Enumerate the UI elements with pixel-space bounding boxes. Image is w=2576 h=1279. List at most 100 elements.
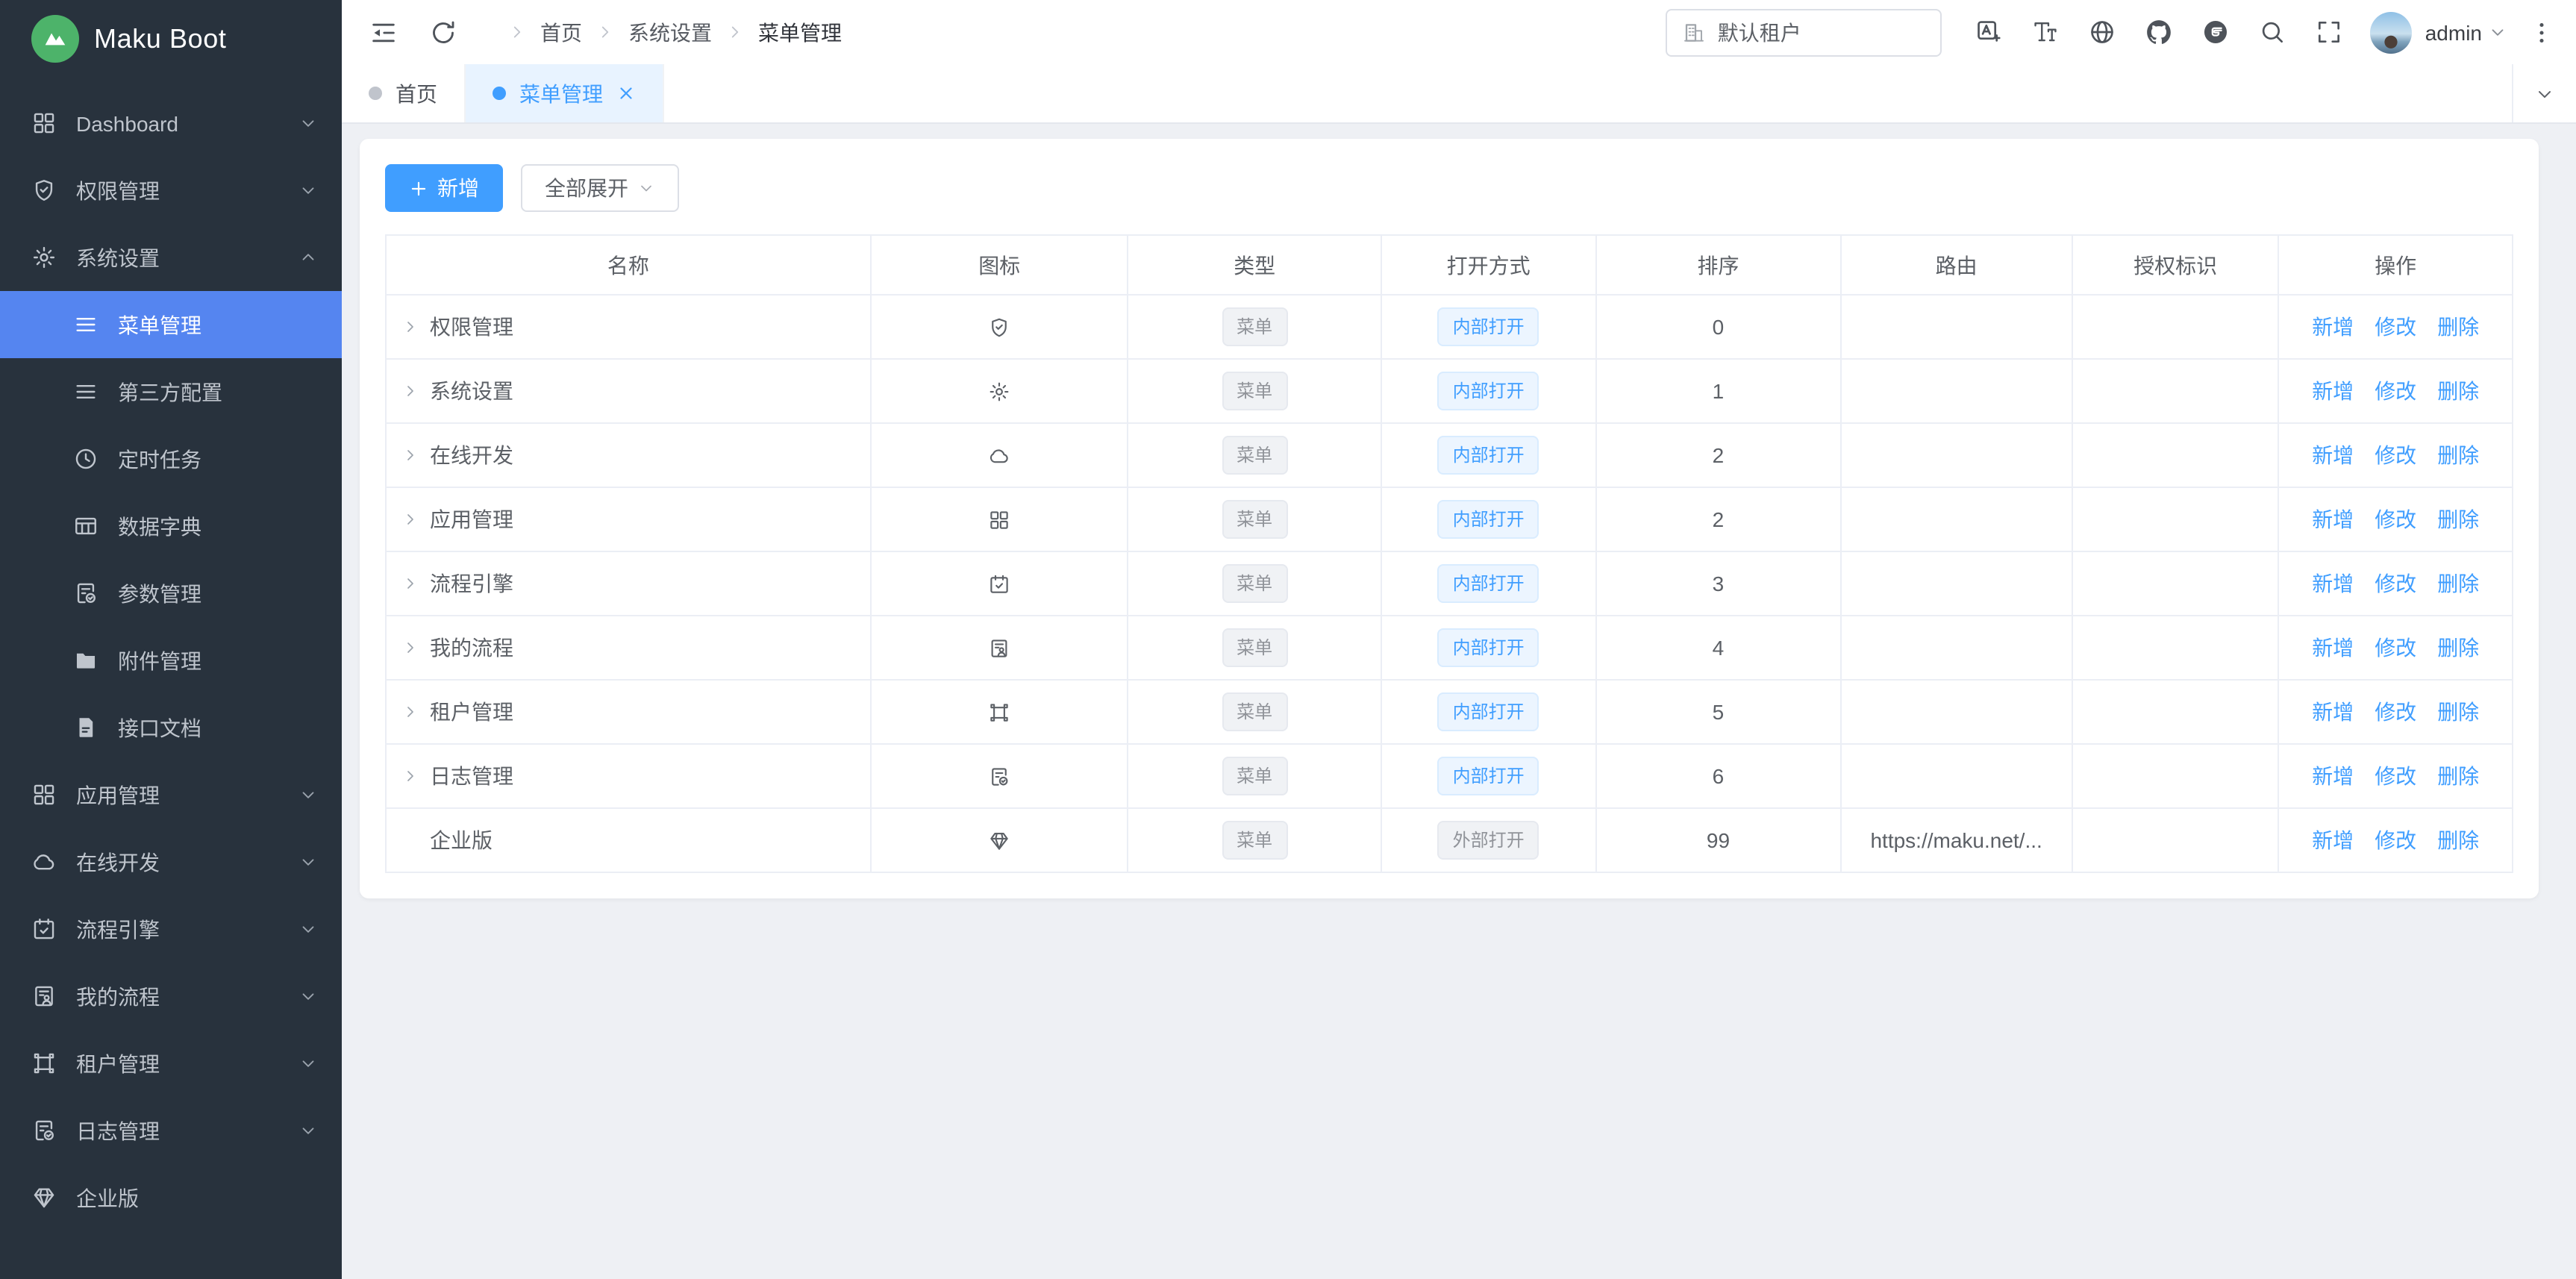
sidebar-item[interactable]: 我的流程 [0,963,342,1030]
github-icon[interactable] [2145,18,2173,46]
sidebar-item[interactable]: 在线开发 [0,828,342,895]
row-delete-link[interactable]: 删除 [2437,312,2479,342]
expand-row-icon[interactable] [401,382,419,400]
tenant-select[interactable]: 默认租户 [1666,8,1942,56]
settings-more-icon[interactable] [2528,17,2555,47]
chevron-down-icon [298,248,318,267]
sidebar-item[interactable]: 数据字典 [0,492,342,560]
expand-row-icon[interactable] [401,703,419,721]
refresh-icon[interactable] [428,17,458,47]
table-row: 系统设置 菜单 内部打开 1 [386,359,2513,423]
sort-value: 4 [1596,616,1841,680]
chevron-down-icon [2488,22,2507,42]
page-tab[interactable]: 菜单管理 [466,64,664,122]
row-delete-link[interactable]: 删除 [2437,569,2479,598]
gitee-icon[interactable] [2201,18,2230,46]
row-edit-link[interactable]: 修改 [2375,312,2416,342]
tenant-select-value: 默认租户 [1718,17,1801,47]
tab-bar: 首页 菜单管理 [342,64,2576,124]
row-delete-link[interactable]: 删除 [2437,825,2479,855]
row-add-link[interactable]: 新增 [2312,633,2354,663]
tab-close-icon[interactable] [616,84,636,103]
sidebar-item[interactable]: 流程引擎 [0,895,342,963]
row-edit-link[interactable]: 修改 [2375,633,2416,663]
table-row: 应用管理 菜单 内部打开 2 [386,487,2513,551]
chevron-down-icon [298,181,318,200]
row-edit-link[interactable]: 修改 [2375,825,2416,855]
breadcrumb-item[interactable]: 首页 [494,17,582,47]
expand-row-icon[interactable] [401,446,419,464]
sidebar-item[interactable]: 系统设置 [0,224,342,291]
menu-lines-icon [73,379,99,404]
sidebar-item[interactable]: 参数管理 [0,560,342,627]
fullscreen-icon[interactable] [2315,18,2343,46]
maku-logo-icon [31,15,79,63]
col-name: 名称 [386,235,871,295]
add-button[interactable]: 新增 [385,164,503,212]
user-menu[interactable]: admin [2370,11,2507,53]
sidebar-item[interactable]: Dashboard [0,90,342,157]
row-delete-link[interactable]: 删除 [2437,504,2479,534]
row-delete-link[interactable]: 删除 [2437,761,2479,791]
language-globe-icon[interactable] [2088,18,2116,46]
search-icon[interactable] [2258,18,2286,46]
sidebar-item[interactable]: 应用管理 [0,761,342,828]
sidebar-item[interactable]: 企业版 [0,1164,342,1231]
translate-icon[interactable] [1975,18,2003,46]
sidebar-item[interactable]: 日志管理 [0,1097,342,1164]
table-row: 日志管理 菜单 内部打开 6 [386,744,2513,808]
sidebar-item-label: 附件管理 [118,645,318,675]
row-add-link[interactable]: 新增 [2312,569,2354,598]
row-delete-link[interactable]: 删除 [2437,440,2479,470]
row-add-link[interactable]: 新增 [2312,440,2354,470]
page-tab[interactable]: 首页 [342,64,466,122]
breadcrumb-item[interactable]: 系统设置 [582,17,712,47]
expand-row-icon[interactable] [401,318,419,336]
chevron-down-icon [298,986,318,1006]
row-add-link[interactable]: 新增 [2312,825,2354,855]
sidebar-item[interactable]: 定时任务 [0,425,342,492]
chevron-down-icon [637,179,655,197]
sidebar-collapse-icon[interactable] [369,17,398,47]
font-size-icon[interactable] [2031,18,2060,46]
row-add-link[interactable]: 新增 [2312,697,2354,727]
row-add-link[interactable]: 新增 [2312,504,2354,534]
row-edit-link[interactable]: 修改 [2375,376,2416,406]
table-toolbar: 新增 全部展开 [385,164,2513,212]
row-edit-link[interactable]: 修改 [2375,504,2416,534]
sidebar-item[interactable]: 菜单管理 [0,291,342,358]
sidebar-item[interactable]: 第三方配置 [0,358,342,425]
row-add-link[interactable]: 新增 [2312,312,2354,342]
sidebar-item-label: 定时任务 [118,444,318,474]
row-add-link[interactable]: 新增 [2312,761,2354,791]
expand-row-icon[interactable] [401,767,419,785]
page-content: 新增 全部展开 名称 图标 [342,124,2576,1279]
row-delete-link[interactable]: 删除 [2437,376,2479,406]
sidebar-item[interactable]: 接口文档 [0,694,342,761]
expand-row-icon[interactable] [401,575,419,592]
row-delete-link[interactable]: 删除 [2437,633,2479,663]
breadcrumb-item[interactable]: 菜单管理 [712,17,842,47]
auth-value [2072,487,2278,551]
menu-table: 名称 图标 类型 打开方式 排序 路由 授权标识 操作 [385,234,2513,873]
row-edit-link[interactable]: 修改 [2375,761,2416,791]
expand-all-button[interactable]: 全部展开 [521,164,679,212]
tab-list-dropdown[interactable] [2512,64,2576,122]
row-delete-link[interactable]: 删除 [2437,697,2479,727]
expand-row-icon[interactable] [401,510,419,528]
row-edit-link[interactable]: 修改 [2375,440,2416,470]
route-value [1840,487,2072,551]
row-add-link[interactable]: 新增 [2312,376,2354,406]
sidebar-item[interactable]: 权限管理 [0,157,342,224]
gear-icon [988,381,1010,404]
app-logo: Maku Boot [0,0,342,78]
open-mode-badge: 外部打开 [1438,821,1539,860]
expand-row-icon[interactable] [401,639,419,657]
sidebar-item[interactable]: 租户管理 [0,1030,342,1097]
sidebar-item[interactable]: 附件管理 [0,627,342,694]
route-value [1840,551,2072,616]
col-icon: 图标 [871,235,1128,295]
row-edit-link[interactable]: 修改 [2375,697,2416,727]
user-name: admin [2425,20,2482,44]
row-edit-link[interactable]: 修改 [2375,569,2416,598]
